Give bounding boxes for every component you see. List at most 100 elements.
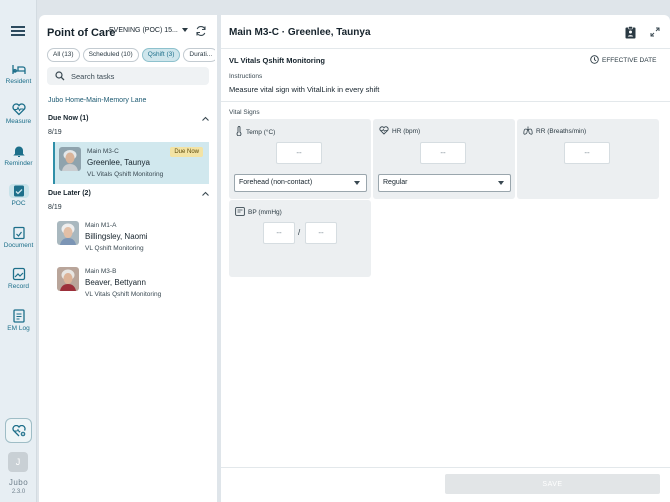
heart-plus-icon — [11, 424, 26, 436]
blood-pressure-icon — [235, 207, 245, 216]
nav-item-poc[interactable]: POC — [0, 184, 37, 207]
chip-all[interactable]: All (13) — [47, 48, 80, 62]
rr-label-text: RR (Breaths/min) — [536, 128, 587, 135]
nav-item-record[interactable]: Record — [0, 267, 37, 290]
instructions-label: Instructions — [229, 73, 263, 80]
effective-date-button[interactable]: EFFECTIVE DATE — [590, 55, 656, 64]
bp-separator: / — [298, 228, 301, 237]
app-version: 2.3.0 — [11, 489, 26, 495]
task-list-panel: Point of Care EVENING (POC) 15... All (1… — [39, 15, 217, 502]
resident-name: Billingsley, Naomi — [85, 232, 148, 241]
section-date: 8/19 — [48, 129, 62, 136]
search-icon — [55, 71, 65, 81]
room-label: Main M3-C — [87, 148, 119, 155]
hr-card: HR (bpm) -- Regular — [373, 119, 515, 199]
hr-label: HR (bpm) — [379, 126, 420, 135]
heart-pulse-icon — [11, 103, 26, 116]
nav-label: EM Log — [7, 325, 30, 332]
nav-rail: Resident Measure Reminder POC Document R… — [0, 0, 37, 502]
task-title: VL Vitals Qshift Monitoring — [229, 56, 325, 65]
nav-item-measure[interactable]: Measure — [0, 102, 37, 125]
rr-card: RR (Breaths/min) -- — [517, 119, 659, 199]
bp-label: BP (mmHg) — [235, 207, 282, 216]
rr-input[interactable]: -- — [564, 142, 610, 164]
temp-card: Temp (°C) -- Forehead (non-contact) — [229, 119, 371, 199]
record-icon — [12, 267, 25, 281]
nav-label: Record — [8, 283, 29, 290]
temp-method-value: Forehead (non-contact) — [239, 179, 313, 186]
task-detail-panel: Main M3-C · Greenlee, Taunya VL Vitals Q… — [221, 15, 670, 502]
bp-label-text: BP (mmHg) — [248, 209, 282, 216]
bp-diastolic-input[interactable]: -- — [305, 222, 337, 244]
caret-down-icon — [181, 28, 188, 33]
temp-label: Temp (°C) — [235, 126, 275, 137]
task-card-beaver[interactable]: Main M3-B Beaver, Bettyann VL Vitals Qsh… — [53, 262, 209, 304]
hr-rhythm-value: Regular — [383, 179, 408, 186]
instructions-text: Measure vital sign with VitalLink in eve… — [229, 85, 380, 94]
lungs-icon — [523, 126, 533, 135]
detail-title: Main M3-C · Greenlee, Taunya — [229, 27, 371, 38]
nav-item-reminder[interactable]: Reminder — [0, 144, 37, 167]
section-header: Due Later (2) — [48, 190, 91, 197]
nav-label: Reminder — [4, 160, 33, 167]
task-card-billingsley[interactable]: Main M1-A Billingsley, Naomi VL Qshift M… — [53, 216, 209, 258]
filter-chips: All (13) Scheduled (10) Qshift (3) Durati..… — [47, 48, 215, 63]
user-avatar[interactable]: J — [8, 452, 28, 472]
room-label: Main M3-B — [85, 268, 117, 275]
nav-label: Document — [3, 242, 34, 249]
temp-input[interactable]: -- — [276, 142, 322, 164]
facility-name: Jubo Home-Main-Memory Lane — [48, 97, 147, 104]
task-name: VL Qshift Monitoring — [85, 245, 144, 252]
hamburger-menu-icon[interactable] — [11, 26, 25, 36]
clock-icon — [590, 55, 599, 64]
divider — [221, 101, 670, 102]
hr-input[interactable]: -- — [420, 142, 466, 164]
health-check-button[interactable] — [5, 418, 32, 443]
section-due-later[interactable]: Due Later (2) — [48, 190, 211, 197]
chevron-up-icon — [202, 191, 209, 196]
caret-down-icon — [498, 181, 504, 185]
thermometer-icon — [236, 126, 242, 137]
chip-qshift[interactable]: Qshift (3) — [141, 48, 181, 62]
poc-icon — [8, 184, 29, 198]
chevron-up-icon — [202, 116, 209, 121]
section-due-now[interactable]: Due Now (1) — [48, 115, 211, 122]
nav-item-document[interactable]: Document — [0, 226, 37, 249]
hr-rhythm-select[interactable]: Regular — [378, 174, 511, 192]
bed-icon — [11, 65, 26, 74]
log-icon — [12, 309, 25, 323]
section-date: 8/19 — [48, 204, 62, 211]
temp-method-select[interactable]: Forehead (non-contact) — [234, 174, 367, 192]
resident-name: Greenlee, Taunya — [87, 158, 151, 167]
status-badge: Due Now — [170, 147, 203, 157]
save-button[interactable]: SAVE — [445, 474, 660, 494]
divider — [221, 467, 670, 468]
effective-date-label: EFFECTIVE DATE — [602, 57, 657, 64]
nav-item-em-log[interactable]: EM Log — [0, 309, 37, 332]
bp-card: BP (mmHg) -- / -- — [229, 200, 371, 277]
clipboard-user-icon[interactable] — [625, 26, 636, 39]
page-title: Point of Care — [47, 27, 116, 39]
hr-label-text: HR (bpm) — [392, 128, 421, 135]
nav-label: Resident — [5, 78, 32, 85]
room-label: Main M1-A — [85, 222, 117, 229]
section-header: Due Now (1) — [48, 115, 89, 122]
shift-dropdown-value: EVENING (POC) 15... — [109, 27, 178, 34]
bell-icon — [12, 146, 25, 157]
heart-rate-icon — [379, 126, 389, 135]
refresh-icon[interactable] — [195, 25, 207, 37]
task-name: VL Vitals Qshift Monitoring — [85, 291, 162, 298]
brand-logo: Jubo — [8, 478, 29, 487]
task-name: VL Vitals Qshift Monitoring — [87, 171, 164, 178]
nav-item-resident[interactable]: Resident — [0, 62, 37, 85]
expand-icon[interactable] — [650, 27, 660, 37]
bp-systolic-input[interactable]: -- — [263, 222, 295, 244]
task-card-greenlee[interactable]: Main M3-C Greenlee, Taunya VL Vitals Qsh… — [53, 142, 209, 184]
chip-duration[interactable]: Durati... — [183, 48, 215, 62]
search-box — [47, 67, 209, 85]
chip-scheduled[interactable]: Scheduled (10) — [82, 48, 139, 62]
nav-label: Measure — [5, 118, 32, 125]
vital-signs-label: Vital Signs — [229, 109, 260, 116]
shift-dropdown[interactable]: EVENING (POC) 15... — [109, 27, 188, 34]
search-input[interactable] — [71, 69, 201, 83]
